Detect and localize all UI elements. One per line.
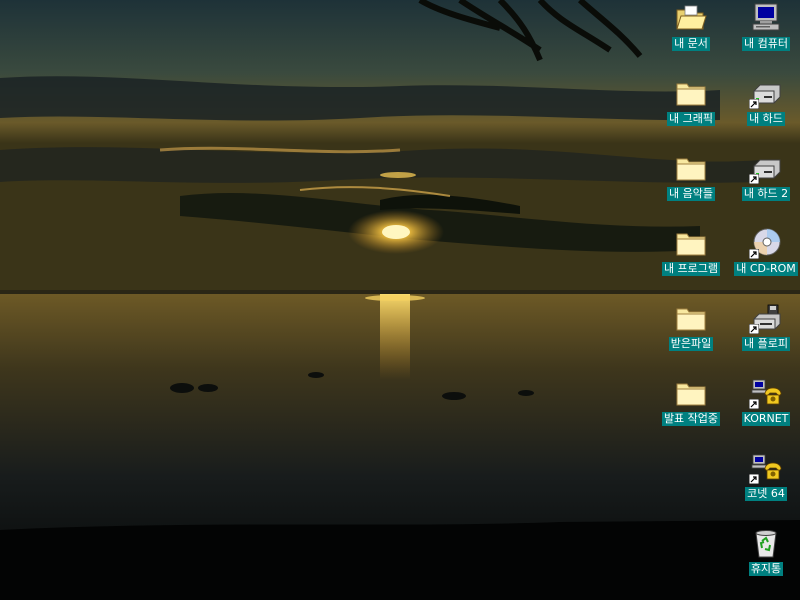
desktop-icon-label: 내 하드 2: [741, 187, 791, 201]
desktop-icon-my-graphics[interactable]: 내 그래픽: [653, 77, 729, 137]
floppy-drive-icon: [749, 302, 783, 334]
desktop-icon-my-floppy[interactable]: 내 플로피: [728, 302, 800, 362]
shortcut-arrow-icon: [749, 249, 759, 259]
cd-rom-icon: [749, 227, 783, 259]
desktop-icon-label: 발표 작업중: [661, 412, 721, 426]
desktop-icon-my-computer[interactable]: 내 컴퓨터: [728, 2, 800, 62]
folder-icon: [674, 302, 708, 334]
desktop-icon-label: 내 컴퓨터: [742, 37, 790, 51]
shortcut-arrow-icon: [749, 474, 759, 484]
desktop-icon-presentation-work[interactable]: 발표 작업중: [653, 377, 729, 437]
desktop-icon-label: KORNET: [741, 412, 791, 426]
desktop-icon-label: 코넷 64: [745, 487, 787, 501]
desktop-icon-received-files[interactable]: 받은파일: [653, 302, 729, 362]
open-folder-icon: [674, 2, 708, 34]
network-phone-icon: [749, 377, 783, 409]
desktop-icon-my-cd-rom[interactable]: 내 CD-ROM: [728, 227, 800, 287]
desktop-icon-recycle-bin[interactable]: 휴지통: [728, 527, 800, 587]
computer-icon: [749, 2, 783, 34]
desktop-icon-my-music[interactable]: 내 음악들: [653, 152, 729, 212]
desktop-icon-label: 휴지통: [748, 562, 784, 576]
desktop-icon-my-documents[interactable]: 내 문서: [653, 2, 729, 62]
folder-icon: [674, 77, 708, 109]
desktop: 내 문서 내 그래픽 내 음악들 내 프로그램 받은파일 발표 작업중 내 컴퓨…: [0, 0, 800, 600]
desktop-icon-my-hard[interactable]: 내 하드: [728, 77, 800, 137]
folder-icon: [674, 227, 708, 259]
folder-icon: [674, 152, 708, 184]
desktop-icon-label: 내 문서: [672, 37, 710, 51]
recycle-bin-icon: [749, 527, 783, 559]
desktop-icon-kornet-64[interactable]: 코넷 64: [728, 452, 800, 512]
shortcut-arrow-icon: [749, 399, 759, 409]
desktop-icon-label: 받은파일: [668, 337, 714, 351]
desktop-icon-label: 내 그래픽: [667, 112, 715, 126]
hard-drive-icon: [749, 152, 783, 184]
desktop-icon-label: 내 하드: [747, 112, 785, 126]
desktop-icon-my-hard-2[interactable]: 내 하드 2: [728, 152, 800, 212]
desktop-icon-label: 내 프로그램: [661, 262, 721, 276]
desktop-icon-label: 내 CD-ROM: [734, 262, 798, 276]
desktop-icon-kornet[interactable]: KORNET: [728, 377, 800, 437]
network-phone-icon: [749, 452, 783, 484]
folder-icon: [674, 377, 708, 409]
shortcut-arrow-icon: [749, 99, 759, 109]
shortcut-arrow-icon: [749, 324, 759, 334]
shortcut-arrow-icon: [749, 174, 759, 184]
hard-drive-icon: [749, 77, 783, 109]
desktop-icon-label: 내 플로피: [742, 337, 790, 351]
desktop-icon-my-programs[interactable]: 내 프로그램: [653, 227, 729, 287]
desktop-icon-label: 내 음악들: [667, 187, 715, 201]
